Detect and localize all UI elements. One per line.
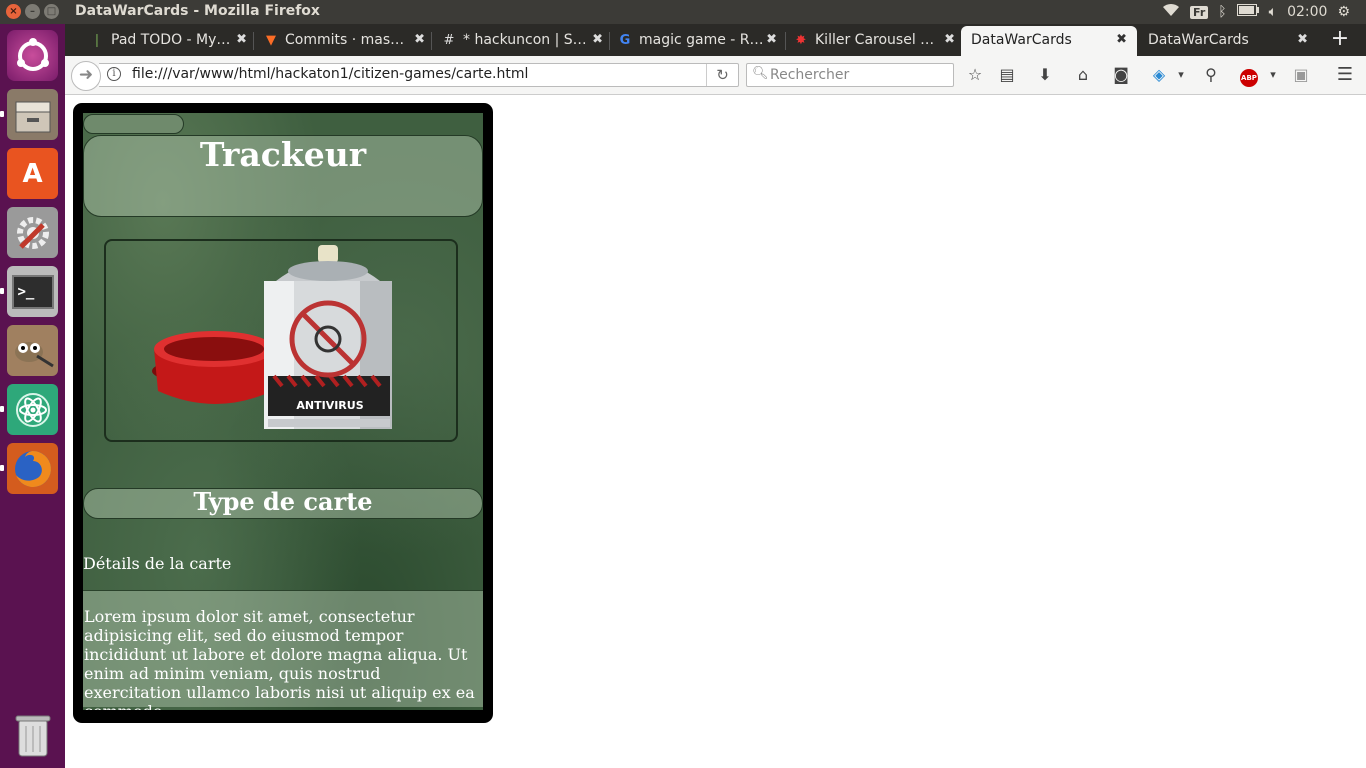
close-tab-icon[interactable]: ✖: [592, 26, 603, 54]
tab-commits[interactable]: ▼ Commits · mas… ✖: [263, 26, 429, 56]
navigation-bar: i file:///var/www/html/hackaton1/citizen…: [65, 56, 1366, 95]
files-icon[interactable]: [7, 89, 58, 140]
trash-icon[interactable]: [7, 709, 58, 760]
unity-launcher: A >_: [0, 24, 65, 768]
tab-label: DataWarCards: [1148, 32, 1249, 48]
pocket-icon[interactable]: ◙: [1109, 64, 1133, 86]
tab-killer-carousel[interactable]: ✸ Killer Carousel … ✖: [793, 26, 959, 56]
slack-icon: #: [443, 33, 455, 48]
keyboard-layout-indicator[interactable]: Fr: [1190, 5, 1209, 19]
extension-icon[interactable]: ▣: [1289, 64, 1313, 86]
tab-datawarcards-active[interactable]: DataWarCards ✖: [961, 26, 1137, 56]
chevron-down-icon[interactable]: ▾: [1261, 64, 1285, 86]
chevron-down-icon[interactable]: ▾: [1169, 64, 1193, 86]
system-settings-icon[interactable]: [7, 207, 58, 258]
terminal-icon[interactable]: >_: [7, 266, 58, 317]
back-button[interactable]: ➜: [71, 61, 101, 91]
settings-gear-icon[interactable]: ⚙︎: [1337, 4, 1350, 20]
pad-icon: ❘: [91, 33, 103, 48]
home-icon[interactable]: ⌂: [1071, 64, 1095, 86]
info-icon[interactable]: i: [107, 67, 121, 81]
gitlab-icon: ▼: [266, 33, 276, 48]
google-icon: G: [619, 33, 631, 48]
extension-diamond-icon[interactable]: ◈: [1147, 64, 1171, 86]
card: Trackeur ANTIVIRUS Type de carte Détails…: [73, 103, 493, 723]
battery-icon[interactable]: [1236, 4, 1259, 20]
firefox-icon[interactable]: [7, 443, 58, 494]
close-tab-icon[interactable]: ✖: [766, 26, 777, 54]
running-indicator: [0, 288, 4, 294]
clock[interactable]: 02:00: [1287, 4, 1327, 20]
running-indicator: [0, 465, 4, 471]
tab-separator: [785, 32, 786, 50]
wifi-icon[interactable]: [1162, 3, 1180, 21]
search-input[interactable]: 🔍︎ Rechercher: [746, 63, 954, 87]
new-tab-button[interactable]: +: [1325, 26, 1355, 54]
tab-label: * hackuncon | S…: [463, 32, 587, 48]
indicator-area: Fr ᛒ 🔈︎ 02:00 ⚙︎: [1162, 0, 1350, 24]
software-center-icon[interactable]: A: [7, 148, 58, 199]
bluetooth-icon[interactable]: ᛒ: [1218, 4, 1226, 20]
bookmark-star-icon[interactable]: ☆: [963, 64, 987, 86]
window-maximize-button[interactable]: □: [44, 4, 59, 19]
download-icon[interactable]: ⬇: [1033, 64, 1057, 86]
pin-icon[interactable]: ⚲: [1199, 64, 1223, 86]
running-indicator: [0, 406, 4, 412]
tab-bar: ❘ Pad TODO - My… ✖ ▼ Commits · mas… ✖ # * h…: [65, 24, 1366, 56]
search-icon: 🔍︎: [752, 66, 769, 81]
close-tab-icon[interactable]: ✖: [944, 26, 955, 54]
tab-separator: [609, 32, 610, 50]
url-bar[interactable]: i file:///var/www/html/hackaton1/citizen…: [99, 63, 739, 87]
tab-label: DataWarCards: [971, 32, 1072, 48]
antivirus-label: ANTIVIRUS: [296, 399, 363, 412]
ubuntu-dash-icon[interactable]: [7, 30, 58, 81]
url-text[interactable]: file:///var/www/html/hackaton1/citizen-g…: [132, 66, 528, 82]
card-cost-tab: [83, 114, 184, 134]
window-close-button[interactable]: ×: [6, 4, 21, 19]
gimp-icon[interactable]: [7, 325, 58, 376]
reload-icon[interactable]: ↻: [706, 64, 738, 86]
tab-label: Killer Carousel …: [815, 32, 935, 48]
atom-editor-icon[interactable]: [7, 384, 58, 435]
card-face: Trackeur ANTIVIRUS Type de carte Détails…: [83, 113, 483, 710]
close-tab-icon[interactable]: ✖: [1297, 26, 1308, 54]
window-title: DataWarCards - Mozilla Firefox: [75, 3, 320, 19]
card-details: Détails de la carte: [83, 554, 232, 573]
tab-separator: [431, 32, 432, 50]
tab-label: Pad TODO - My…: [111, 32, 231, 48]
tab-separator: [253, 32, 254, 50]
card-type: Type de carte: [193, 487, 373, 516]
card-image-frame: ANTIVIRUS: [104, 239, 458, 442]
card-description: Lorem ipsum dolor sit amet, consectetur …: [84, 607, 475, 710]
window-minimize-button[interactable]: –: [25, 4, 40, 19]
card-description-box: Lorem ipsum dolor sit amet, consectetur …: [83, 591, 483, 710]
tab-hackuncon[interactable]: # * hackuncon | S… ✖: [441, 26, 607, 56]
close-tab-icon[interactable]: ✖: [236, 26, 247, 54]
search-placeholder: Rechercher: [770, 67, 850, 83]
tab-label: Commits · mas…: [285, 32, 405, 48]
tab-pad-todo[interactable]: ❘ Pad TODO - My… ✖: [89, 26, 251, 56]
antivirus-spray-image: ANTIVIRUS: [152, 245, 392, 429]
close-tab-icon[interactable]: ✖: [1116, 26, 1127, 54]
running-indicator: [0, 111, 4, 117]
tab-magic-game[interactable]: Gmagic game - R… ✖: [617, 26, 781, 56]
reading-list-icon[interactable]: ▤: [995, 64, 1019, 86]
adblock-icon[interactable]: ABP: [1237, 64, 1261, 87]
carousel-icon: ✸: [795, 33, 807, 48]
top-panel: × – □ DataWarCards - Mozilla Firefox Fr …: [0, 0, 1366, 24]
close-tab-icon[interactable]: ✖: [414, 26, 425, 54]
volume-icon[interactable]: 🔈︎: [1269, 4, 1277, 20]
card-title: Trackeur: [199, 135, 367, 174]
tab-label: magic game - R…: [639, 32, 764, 48]
tab-datawarcards[interactable]: DataWarCards ✖: [1148, 26, 1312, 56]
menu-icon[interactable]: ☰: [1333, 64, 1357, 86]
